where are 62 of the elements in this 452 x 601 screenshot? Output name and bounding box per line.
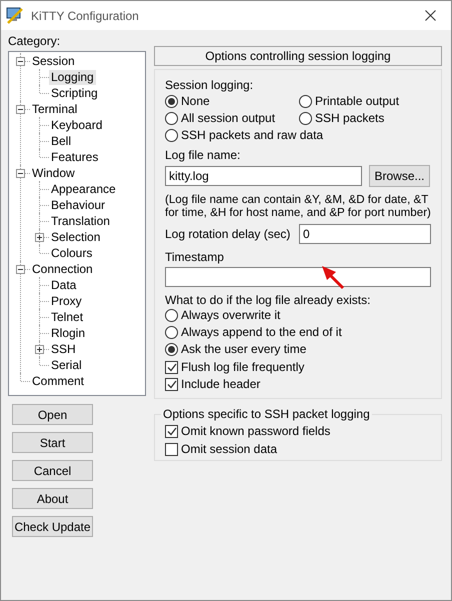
dialog-button[interactable]: Start [12,432,93,453]
checkbox-option[interactable]: Include header [165,376,260,392]
browse-button[interactable]: Browse... [369,165,430,187]
checkbox-option[interactable]: Omit known password fields [165,423,330,439]
tree-item[interactable]: Session [30,54,77,68]
tree-item[interactable]: Window [30,166,77,180]
tree-item[interactable]: Features [49,150,100,164]
collapse-icon[interactable] [16,57,25,66]
expand-icon[interactable] [35,345,44,354]
tree-item[interactable]: Selection [49,230,102,244]
close-icon [424,10,436,21]
category-label: Category: [8,34,62,48]
check-icon [166,426,176,436]
radio-option[interactable]: SSH packets and raw data [165,127,324,143]
dialog-button[interactable]: Open [12,404,93,425]
tree-item[interactable]: Rlogin [49,326,88,340]
checkbox-option[interactable]: Omit session data [165,441,278,457]
arrow-annotation [319,264,345,290]
radio-option[interactable]: Printable output [299,93,400,109]
dialog-button[interactable]: About [12,488,93,509]
field-label: Timestamp [165,250,225,264]
tree-item[interactable]: Appearance [49,182,118,196]
input-field[interactable] [165,267,431,287]
tree-item[interactable]: Comment [30,374,86,388]
tree-item[interactable]: Keyboard [49,118,104,132]
tree-item[interactable]: Serial [49,358,84,372]
radio-option[interactable]: None [165,93,210,109]
collapse-icon[interactable] [16,169,25,178]
tree-item[interactable]: Telnet [49,310,86,324]
tree-item[interactable]: Data [49,278,78,292]
tree-item[interactable]: Connection [30,262,95,276]
tree-item[interactable]: Colours [49,246,94,260]
tree-item[interactable]: Logging [49,70,96,84]
tree-item[interactable]: Proxy [49,294,84,308]
tree-item[interactable]: Behaviour [49,198,108,212]
window-title: KiTTY Configuration [31,8,140,22]
collapse-icon[interactable] [16,105,25,114]
section-label: What to do if the log file already exists: [165,293,372,307]
input-field[interactable]: 0 [299,224,431,244]
checkbox-option[interactable]: Flush log file frequently [165,359,304,375]
panel-header: Options controlling session logging [154,46,442,66]
tree-item[interactable]: Terminal [30,102,80,116]
computer-icon [5,6,25,26]
tree-item[interactable]: SSH [49,342,78,356]
tree-item[interactable]: Scripting [49,86,100,100]
radio-option[interactable]: Always overwrite it [165,307,280,323]
section-label: Session logging: [165,78,254,92]
collapse-icon[interactable] [16,265,25,274]
dialog-button[interactable]: Cancel [12,460,93,481]
radio-option[interactable]: Always append to the end of it [165,324,342,340]
field-label: Log rotation delay (sec) [165,227,290,241]
tree-item[interactable]: Bell [49,134,74,148]
field-label: Log file name: [165,148,242,162]
dialog-button[interactable]: Check Update [12,516,93,537]
radio-option[interactable]: Ask the user every time [165,341,306,357]
radio-option[interactable]: All session output [165,110,276,126]
input-field[interactable]: kitty.log [165,166,362,186]
hint-text: (Log file name can contain &Y, &M, &D for date, &T for time, &H for host name, and &P for port number) [165,193,431,219]
expand-icon[interactable] [35,233,44,242]
radio-option[interactable]: SSH packets [299,110,384,126]
tree-item[interactable]: Translation [49,214,112,228]
group-title: Options specific to SSH packet logging [162,407,371,421]
